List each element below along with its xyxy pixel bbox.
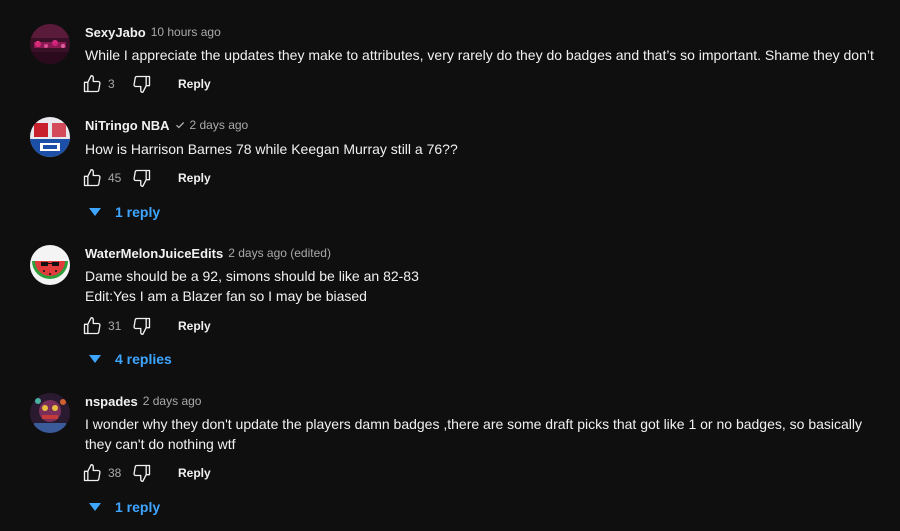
comment-actions: 3 Reply: [80, 72, 211, 96]
avatar[interactable]: [30, 393, 70, 433]
dislike-button[interactable]: [130, 166, 154, 190]
comment-time[interactable]: 2 days ago: [143, 394, 202, 408]
comment-header: SexyJabo 10 hours ago: [85, 24, 221, 40]
like-count: 31: [108, 319, 122, 333]
comment-actions: 31 Reply: [80, 314, 211, 338]
thumbs-up-icon: [83, 169, 101, 187]
caret-down-icon: [89, 208, 101, 216]
like-count: 3: [108, 77, 115, 91]
dislike-button[interactable]: [130, 461, 154, 485]
replies-count: 1 reply: [115, 204, 161, 220]
comment-line: I wonder why they don't update the playe…: [85, 416, 863, 432]
comment-line: Edit:Yes I am a Blazer fan so I may be b…: [85, 288, 367, 304]
comment-line: they can't do nothing wtf: [85, 436, 236, 452]
verified-check-icon: [175, 122, 184, 129]
author-name[interactable]: nspades: [85, 394, 138, 409]
author-name[interactable]: NiTringo NBA: [85, 118, 170, 133]
like-count: 45: [108, 171, 122, 185]
view-replies-button[interactable]: 1 reply: [88, 497, 160, 517]
reply-button[interactable]: Reply: [178, 319, 211, 333]
reply-button[interactable]: Reply: [178, 171, 211, 185]
comment-time[interactable]: 10 hours ago: [151, 25, 221, 39]
dislike-button[interactable]: [130, 72, 154, 96]
view-replies-button[interactable]: 1 reply: [88, 202, 160, 222]
comment-header: NiTringo NBA 2 days ago: [85, 117, 248, 133]
author-name[interactable]: WaterMelonJuiceEdits: [85, 246, 223, 261]
comment-text: I wonder why they don't update the playe…: [85, 414, 875, 454]
avatar[interactable]: [30, 24, 70, 64]
caret-down-icon: [89, 355, 101, 363]
caret-down-icon: [89, 503, 101, 511]
thumbs-down-icon: [133, 169, 151, 187]
author-name[interactable]: SexyJabo: [85, 25, 146, 40]
thumbs-down-icon: [133, 75, 151, 94]
like-count: 38: [108, 466, 122, 480]
view-replies-button[interactable]: 4 replies: [88, 349, 172, 369]
avatar[interactable]: [30, 245, 70, 285]
comment-header: WaterMelonJuiceEdits 2 days ago (edited): [85, 245, 331, 261]
like-button[interactable]: [80, 461, 104, 485]
reply-button[interactable]: Reply: [178, 466, 211, 480]
comment-text: While I appreciate the updates they make…: [85, 45, 875, 65]
like-button[interactable]: [80, 72, 104, 96]
replies-count: 1 reply: [115, 499, 161, 515]
comment-actions: 45 Reply: [80, 166, 211, 190]
like-button[interactable]: [80, 314, 104, 338]
thumbs-down-icon: [133, 317, 151, 335]
comment-text: How is Harrison Barnes 78 while Keegan M…: [85, 139, 875, 159]
comment-line: Dame should be a 92, simons should be li…: [85, 268, 419, 284]
comment-time[interactable]: 2 days ago (edited): [228, 246, 331, 260]
dislike-button[interactable]: [130, 314, 154, 338]
comment-time[interactable]: 2 days ago: [190, 118, 249, 132]
thumbs-up-icon: [83, 317, 101, 335]
thumbs-up-icon: [83, 464, 101, 482]
comment-actions: 38 Reply: [80, 461, 211, 485]
replies-count: 4 replies: [115, 351, 172, 367]
thumbs-down-icon: [133, 464, 151, 482]
thumbs-up-icon: [83, 75, 101, 93]
reply-button[interactable]: Reply: [178, 77, 211, 91]
comment-line: While I appreciate the updates they make…: [85, 47, 874, 63]
like-button[interactable]: [80, 166, 104, 190]
comment-text: Dame should be a 92, simons should be li…: [85, 266, 875, 306]
comment-header: nspades 2 days ago: [85, 393, 201, 409]
comment-line: How is Harrison Barnes 78 while Keegan M…: [85, 141, 458, 157]
avatar[interactable]: [30, 117, 70, 157]
